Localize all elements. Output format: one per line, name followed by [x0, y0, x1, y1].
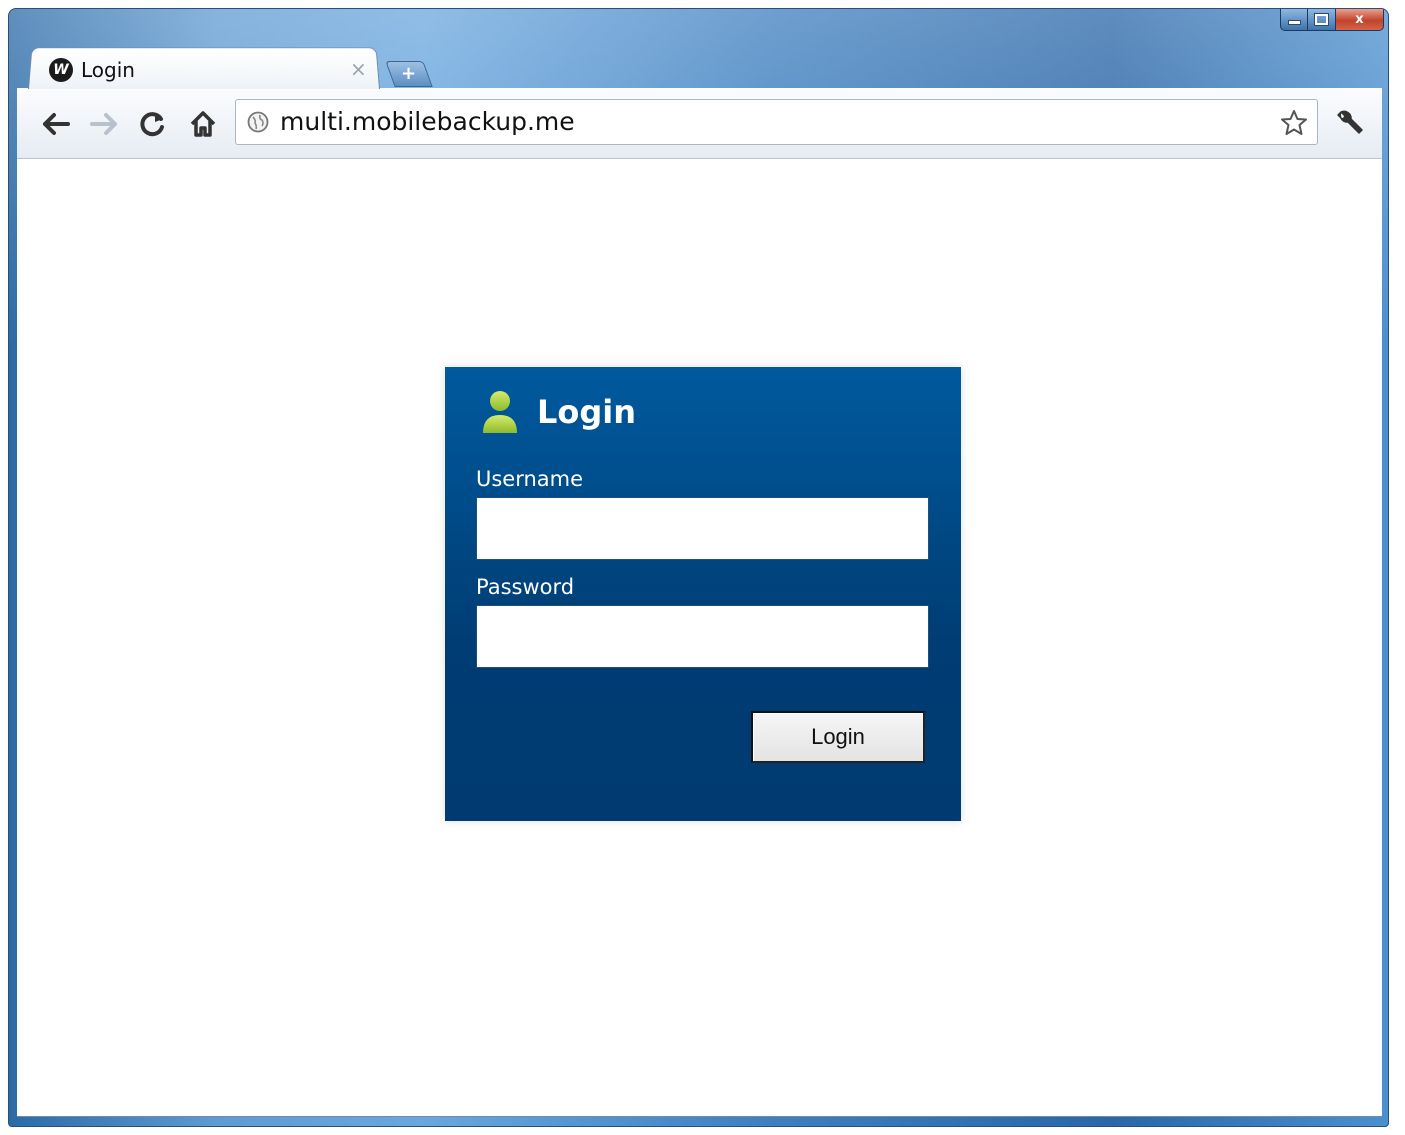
globe-icon[interactable] — [247, 111, 269, 133]
login-heading: Login — [537, 393, 636, 431]
browser-toolbar: multi.mobilebackup.me — [17, 88, 1382, 159]
close-icon: x — [1355, 12, 1363, 27]
wrench-icon[interactable] — [1335, 108, 1365, 138]
minimize-icon — [1288, 20, 1301, 25]
tab-content: W Login × — [40, 52, 380, 88]
login-header: Login — [481, 389, 636, 435]
password-label: Password — [476, 575, 574, 599]
page-viewport: Login Username Password Login — [17, 159, 1382, 1117]
favicon-icon: W — [49, 58, 73, 82]
window-controls: x — [1280, 9, 1384, 31]
login-button[interactable]: Login — [751, 711, 925, 763]
username-label: Username — [476, 467, 583, 491]
maximize-icon — [1315, 14, 1328, 25]
forward-arrow-icon[interactable] — [90, 112, 118, 136]
url-text[interactable]: multi.mobilebackup.me — [280, 107, 575, 136]
minimize-button[interactable] — [1280, 9, 1308, 31]
close-window-button[interactable]: x — [1336, 9, 1384, 31]
reload-icon[interactable] — [139, 110, 167, 138]
username-input[interactable] — [476, 497, 929, 560]
tab-close-icon[interactable]: × — [350, 58, 367, 80]
back-arrow-icon[interactable] — [42, 112, 70, 136]
home-icon[interactable] — [189, 110, 217, 138]
maximize-button[interactable] — [1308, 9, 1336, 31]
star-icon[interactable] — [1279, 108, 1309, 138]
login-panel: Login Username Password Login — [445, 367, 961, 821]
user-icon — [481, 389, 519, 435]
address-bar[interactable]: multi.mobilebackup.me — [235, 99, 1318, 145]
plus-icon: + — [401, 65, 416, 83]
tab-title: Login — [81, 58, 135, 82]
password-input[interactable] — [476, 605, 929, 668]
